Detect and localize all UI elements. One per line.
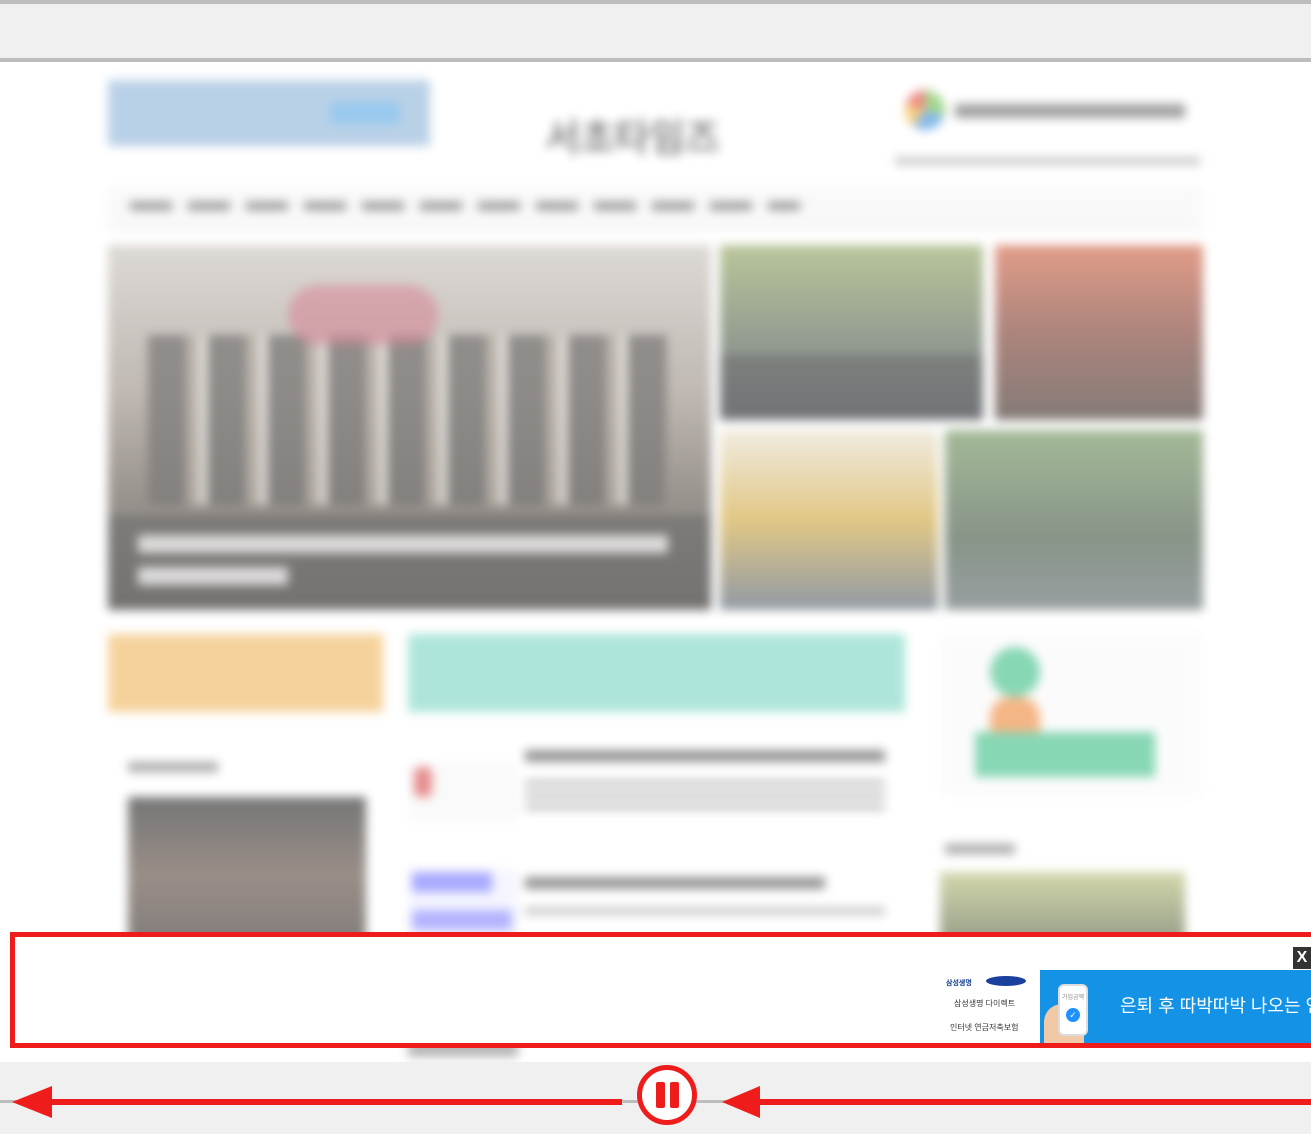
right-banner-circle <box>990 647 1040 697</box>
left-arrow-head-icon <box>12 1086 52 1118</box>
right-arrow-head-icon <box>722 1086 760 1118</box>
right-banner-figure <box>990 697 1040 732</box>
site-logo[interactable]: 서초타임즈 <box>545 107 720 162</box>
nav-items <box>130 202 800 210</box>
ad-brand-line: 삼성생명 <box>946 980 972 987</box>
article-thumb-2-text-2 <box>412 910 512 930</box>
ad-close-button[interactable]: X <box>1293 947 1311 969</box>
right-banner-green <box>975 732 1155 777</box>
news-photo-1[interactable] <box>720 245 983 420</box>
partner-logo-icon <box>905 90 945 130</box>
header-banner-button <box>330 102 400 124</box>
check-icon: ✓ <box>1066 1008 1080 1022</box>
pause-icon-bar-left <box>656 1082 665 1108</box>
main-headline-photo[interactable] <box>108 245 711 610</box>
samsung-logo-icon <box>986 976 1026 986</box>
browser-top-bar <box>0 0 1311 62</box>
article-summary-2 <box>525 907 885 915</box>
article-title-1[interactable] <box>525 750 885 762</box>
video-section-title <box>128 762 218 772</box>
ad-headline: 은퇴 후 따박따박 나오는 연 <box>1120 996 1311 1016</box>
phone-icon: 가입금액 ✓ <box>1058 984 1088 1036</box>
partner-logo-text <box>955 104 1185 118</box>
pause-icon-bar-right <box>670 1082 679 1108</box>
top-links <box>895 157 1200 165</box>
blurred-news-page: 서초타임즈 <box>0 62 1311 1062</box>
news-photo-4[interactable] <box>945 430 1203 610</box>
news-photo-3[interactable] <box>720 430 938 610</box>
article-thumb-1-figure <box>414 767 432 797</box>
news-photo-2[interactable] <box>995 245 1203 420</box>
photo-section-title <box>945 844 1015 854</box>
center-banner[interactable] <box>408 634 905 712</box>
ad-brand-product: 인터넷 연금저축보험 <box>950 1023 1019 1032</box>
ad-brand-sub: 삼성생명 다이렉트 <box>954 999 1016 1008</box>
bottom-ad-overlay: X 삼성생명 삼성생명 다이렉트 인터넷 연금저축보험 가입금액 ✓ 은퇴 후 … <box>10 932 1311 1048</box>
article-summary-1 <box>525 780 885 810</box>
pause-button[interactable] <box>637 1065 697 1125</box>
phone-label: 가입금액 <box>1062 995 1085 1001</box>
article-title-2[interactable] <box>525 877 825 889</box>
article-thumb-2-text <box>412 872 492 892</box>
ad-brand-logo: 삼성생명 삼성생명 다이렉트 인터넷 연금저축보험 <box>940 970 1040 1043</box>
side-banner-left[interactable] <box>108 634 383 712</box>
ad-banner[interactable]: 삼성생명 삼성생명 다이렉트 인터넷 연금저축보험 가입금액 ✓ 은퇴 후 따박… <box>940 970 1311 1043</box>
